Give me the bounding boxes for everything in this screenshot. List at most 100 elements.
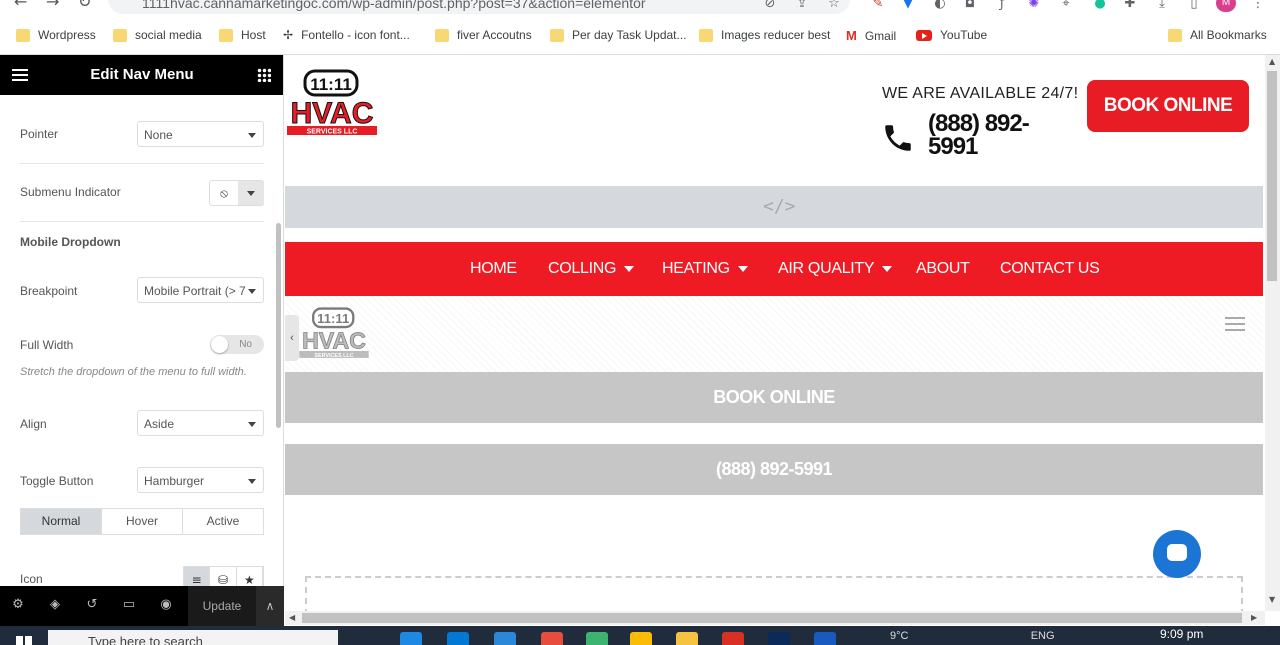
widgets-grid-icon[interactable] [257, 68, 271, 82]
chevron-up-icon[interactable]: ∧ [256, 586, 284, 626]
photoshop-icon[interactable] [768, 632, 790, 645]
nav-colling[interactable]: COLLING [548, 260, 635, 278]
nav-home[interactable]: HOME [470, 260, 517, 278]
edge-icon[interactable] [400, 632, 422, 645]
extension-icon[interactable]: ◐ [932, 0, 948, 11]
scroll-down-icon[interactable]: ▼ [1269, 595, 1275, 604]
folder-icon [699, 28, 713, 42]
hamburger-icon[interactable]: ≡ [184, 567, 211, 586]
extension-icon[interactable]: ✺ [1026, 0, 1042, 11]
outlook-icon[interactable] [447, 632, 469, 645]
bookmark-item[interactable]: fiver Accoutns [435, 28, 532, 42]
full-width-hint: Stretch the dropdown of the menu to full… [20, 366, 247, 378]
extension-icon[interactable]: ⌖ [1058, 0, 1074, 11]
nav-contact-us[interactable]: CONTACT US [1000, 260, 1100, 278]
bookmark-item[interactable]: Per day Task Updat... [550, 28, 687, 42]
section-title[interactable]: Mobile Dropdown [20, 235, 121, 249]
panel-scrollbar[interactable] [276, 223, 281, 428]
app-icon[interactable] [494, 632, 516, 645]
all-bookmarks[interactable]: All Bookmarks [1168, 28, 1267, 42]
divider [20, 221, 264, 222]
incognito-icon[interactable]: ⊘ [762, 0, 778, 11]
upload-icon[interactable]: ⛁ [210, 567, 237, 586]
chrome-icon[interactable] [630, 632, 652, 645]
extension-icon[interactable]: ✎ [870, 0, 886, 11]
submenu-indicator-picker[interactable]: ⦸ [209, 180, 264, 206]
vertical-scrollbar[interactable]: ▲ ▼ [1265, 55, 1280, 611]
mobile-phone-button[interactable]: (888) 892-5991 [285, 444, 1263, 495]
extension-icon[interactable]: ◘ [962, 0, 978, 11]
download-icon[interactable]: ⤓ [1154, 0, 1170, 11]
bookmark-item[interactable]: YouTube [916, 28, 987, 42]
chevron-down-icon[interactable] [238, 181, 264, 205]
sidepanel-icon[interactable]: ▯ [1186, 0, 1202, 11]
folder-icon [435, 28, 449, 42]
windows-start-icon[interactable] [16, 636, 32, 645]
word-icon[interactable] [814, 632, 836, 645]
more-icon[interactable]: ⋮ [1250, 0, 1266, 11]
bookmark-item[interactable]: Host [219, 28, 266, 42]
extension-icon[interactable]: ƒ [994, 0, 1010, 11]
star-icon[interactable]: ☆ [826, 0, 842, 11]
add-section-dropzone[interactable] [305, 576, 1243, 611]
collapse-panel-tab[interactable]: ‹ [285, 315, 299, 361]
store-icon[interactable] [541, 632, 563, 645]
grammarly-icon[interactable]: ● [1092, 0, 1108, 11]
scroll-right-icon[interactable]: ▶ [1251, 613, 1257, 622]
none-icon[interactable]: ⦸ [210, 181, 238, 205]
html-widget-placeholder[interactable]: </> [285, 186, 1263, 228]
bookmark-item[interactable]: Images reducer best [699, 28, 830, 42]
toggle-button-select[interactable]: Hamburger [137, 467, 264, 493]
responsive-icon[interactable]: ▭ [121, 597, 137, 613]
extension-icon[interactable]: ▼ [900, 0, 916, 11]
bookmark-item[interactable]: M Gmail [846, 28, 896, 43]
mobile-logo[interactable]: 11:11 HVAC SERVICES LLC [297, 307, 371, 361]
tab-normal[interactable]: Normal [21, 509, 102, 534]
nav-heating[interactable]: HEATING [662, 260, 748, 278]
scroll-thumb[interactable] [302, 613, 1242, 623]
mobile-book-online-button[interactable]: BOOK ONLINE [285, 372, 1263, 423]
puzzle-icon[interactable]: ✚ [1122, 0, 1138, 11]
preview-eye-icon[interactable]: ◉ [158, 597, 174, 613]
icon-choices: ≡ ⛁ ★ [183, 566, 264, 586]
share-icon[interactable]: ⇪ [794, 0, 810, 11]
clock[interactable]: 9:09 pm [1160, 627, 1203, 641]
full-width-toggle[interactable]: No [210, 335, 264, 354]
header-phone[interactable]: (888) 892-5991 [928, 112, 1048, 159]
horizontal-scrollbar[interactable]: ◀ ▶ [285, 611, 1265, 625]
taskbar-search[interactable]: Type here to search [48, 630, 338, 645]
nav-about[interactable]: ABOUT [916, 260, 970, 278]
scroll-up-icon[interactable]: ▲ [1269, 57, 1275, 66]
file-explorer-icon[interactable] [676, 632, 698, 645]
app-icon[interactable] [586, 632, 608, 645]
back-icon[interactable]: ← [14, 0, 27, 11]
bookmark-item[interactable]: social media [113, 28, 202, 42]
scroll-left-icon[interactable]: ◀ [289, 613, 295, 622]
navigator-icon[interactable]: ◈ [47, 597, 63, 613]
profile-avatar[interactable]: M [1216, 0, 1236, 12]
url-text[interactable]: 1111hvac.cannamarketingoc.com/wp-admin/p… [142, 0, 646, 11]
update-button[interactable]: Update [188, 586, 256, 626]
tab-active[interactable]: Active [183, 509, 263, 534]
settings-icon[interactable]: ⚙ [10, 597, 26, 613]
hvac-logo[interactable]: 11:11 HVAC SERVICES LLC [285, 69, 379, 139]
star-icon[interactable]: ★ [237, 567, 263, 586]
breakpoint-select[interactable]: Mobile Portrait (> 7 [137, 277, 264, 303]
bookmarks-bar: Wordpress social media Host ✢ Fontello - … [0, 24, 1280, 48]
hamburger-icon[interactable] [1225, 317, 1245, 331]
scroll-thumb[interactable] [1267, 71, 1277, 281]
nav-air-quality[interactable]: AIR QUALITY [778, 260, 893, 278]
tab-hover[interactable]: Hover [102, 509, 183, 534]
chat-bubble-icon[interactable] [1153, 530, 1201, 578]
book-online-button[interactable]: BOOK ONLINE [1087, 80, 1249, 132]
reload-icon[interactable]: ↻ [78, 0, 91, 11]
align-select[interactable]: Aside [137, 410, 264, 436]
bookmark-item[interactable]: Wordpress [16, 28, 96, 42]
forward-icon[interactable]: → [46, 0, 59, 11]
logo-sub-text: SERVICES LLC [307, 129, 358, 136]
app-icon[interactable] [722, 632, 744, 645]
history-icon[interactable]: ↺ [84, 597, 100, 613]
toggle-button-label: Toggle Button [20, 474, 94, 488]
bookmark-item[interactable]: ✢ Fontello - icon font... [283, 28, 410, 42]
pointer-select[interactable]: None [137, 121, 264, 147]
